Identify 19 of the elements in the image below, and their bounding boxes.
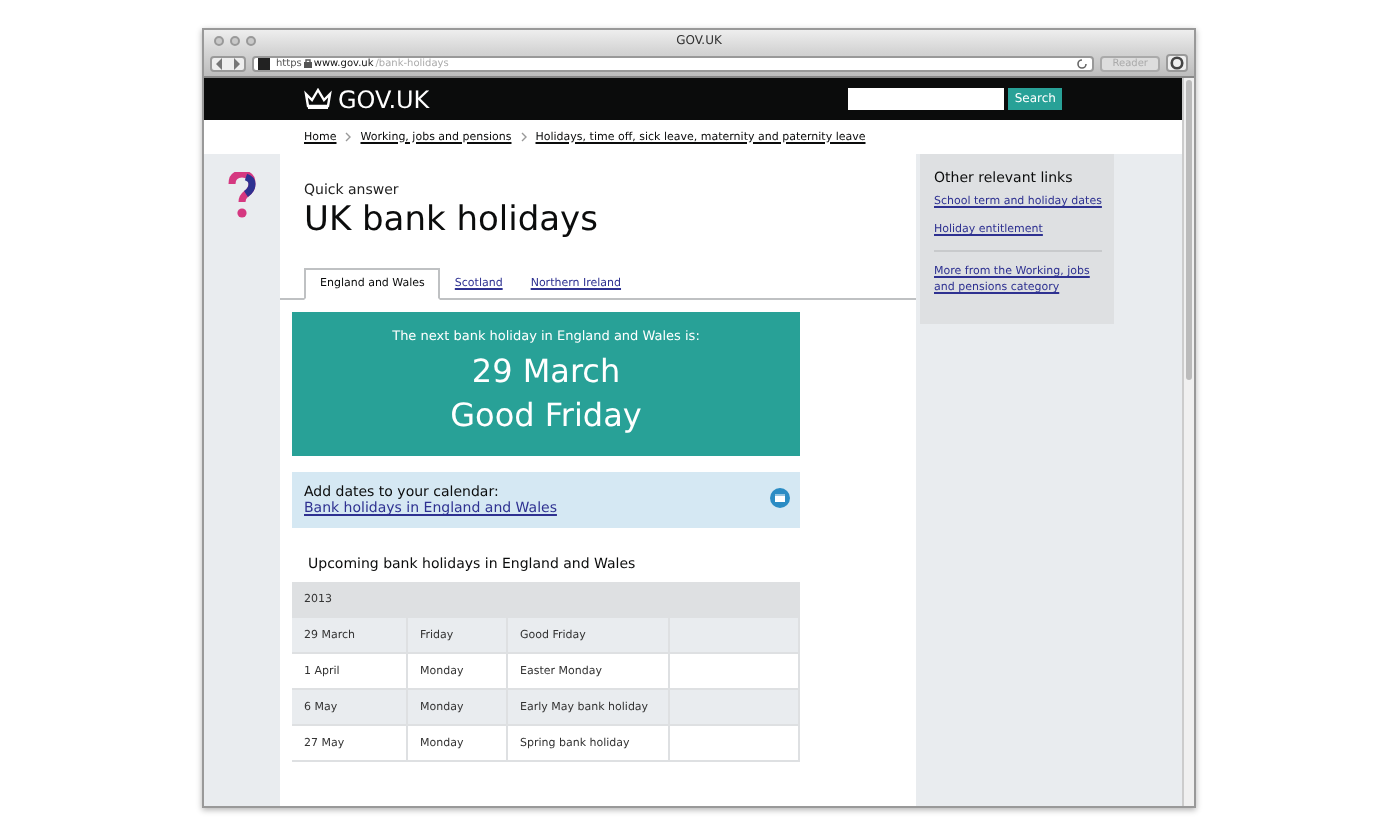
site-icon bbox=[258, 57, 270, 69]
search-field[interactable] bbox=[848, 88, 1005, 110]
next-holiday-date: 29 March bbox=[469, 350, 623, 394]
lock-icon bbox=[303, 58, 312, 68]
question-mark-icon bbox=[228, 172, 256, 220]
next-holiday-name: Good Friday bbox=[448, 394, 644, 438]
crown-icon bbox=[304, 88, 332, 110]
scrollbar[interactable] bbox=[1182, 78, 1194, 806]
chevron-icon bbox=[519, 132, 528, 142]
reload-icon[interactable] bbox=[1076, 57, 1089, 69]
calendar-icon[interactable] bbox=[770, 488, 790, 508]
close-icon[interactable] bbox=[214, 35, 224, 45]
page-title: UK bank holidays bbox=[304, 200, 600, 240]
back-forward-button[interactable] bbox=[210, 55, 246, 71]
chevron-icon bbox=[344, 132, 353, 142]
zoom-icon[interactable] bbox=[246, 35, 256, 45]
logo-text[interactable]: GOV.UK bbox=[338, 85, 430, 113]
settings-button[interactable] bbox=[1166, 54, 1188, 72]
minimize-icon[interactable] bbox=[230, 35, 240, 45]
